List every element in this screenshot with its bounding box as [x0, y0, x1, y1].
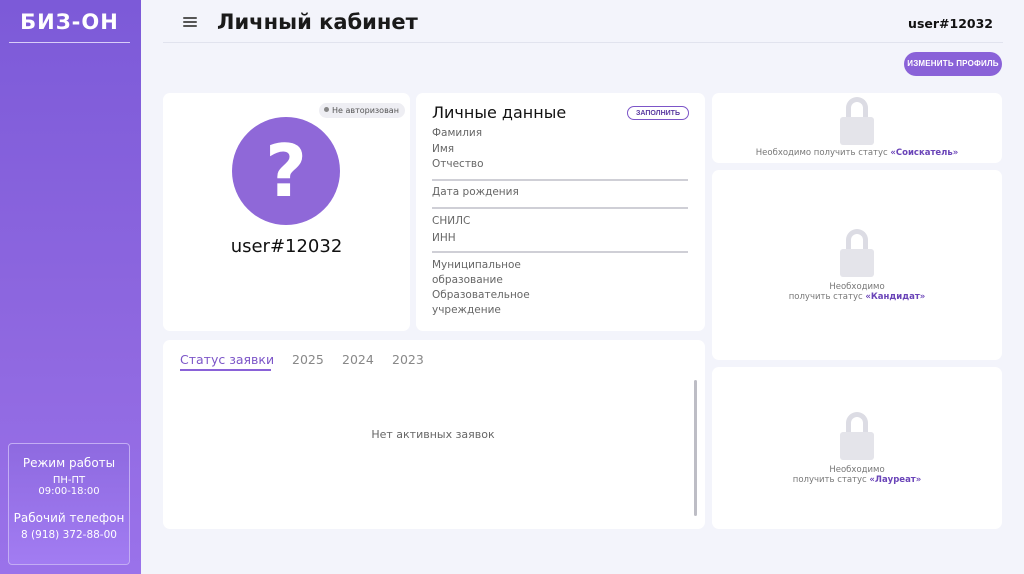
phone-title: Рабочий телефон [13, 511, 125, 525]
edit-profile-button[interactable]: ИЗМЕНИТЬ ПРОФИЛЬ [904, 52, 1002, 76]
profile-name: user#12032 [230, 236, 343, 257]
field-name: Имя [432, 143, 455, 155]
required-status: «Соискатель» [890, 148, 959, 158]
application-status-card: Статус заявки 2025 2024 2023 Нет активны… [163, 340, 705, 529]
work-hours: 09:00-18:00 [38, 486, 100, 497]
empty-message: Нет активных заявок [371, 428, 495, 441]
avatar: ? [232, 117, 340, 225]
divider [432, 207, 688, 209]
auth-status-badge: Не авторизован [319, 103, 405, 118]
status-dot-icon [324, 107, 329, 112]
field-school-cont: учреждение [432, 304, 501, 316]
divider [432, 251, 688, 253]
work-hours-title: Режим работы [22, 456, 116, 470]
tab-2025[interactable]: 2025 [292, 352, 324, 367]
required-status: «Лауреат» [869, 475, 922, 485]
locked-message: Необходимо получить статус «Кандидат» [712, 282, 1002, 302]
active-tab-underline [180, 369, 271, 371]
field-municipality: Муниципальное [432, 259, 521, 271]
locked-message: Необходимо получить статус «Лауреат» [712, 465, 1002, 485]
scrollbar[interactable] [694, 380, 697, 516]
sidebar: БИЗ-ОН Режим работы ПН-ПТ 09:00-18:00 Ра… [0, 0, 141, 574]
personal-data-title: Личные данные [432, 103, 567, 122]
lock-icon [840, 97, 874, 145]
header-user[interactable]: user#12032 [908, 16, 993, 31]
lock-icon [840, 229, 874, 277]
menu-icon[interactable] [183, 17, 197, 27]
field-surname: Фамилия [432, 127, 483, 139]
locked-text-line2: получить статус [792, 475, 870, 485]
locked-text-line2: получить статус [788, 292, 866, 302]
fill-button[interactable]: ЗАПОЛНИТЬ [627, 106, 689, 120]
profile-card: Не авторизован ? user#12032 [163, 93, 410, 331]
logo-divider [9, 42, 130, 43]
lock-icon [840, 412, 874, 460]
field-municipality-cont: образование [432, 274, 503, 286]
locked-card-laureate: Необходимо получить статус «Лауреат» [712, 367, 1002, 529]
work-days: ПН-ПТ [52, 475, 86, 486]
field-birth-date: Дата рождения [432, 186, 519, 198]
phone-number[interactable]: 8 (918) 372-88-00 [9, 529, 129, 541]
tab-status[interactable]: Статус заявки [180, 352, 274, 367]
tab-2023[interactable]: 2023 [392, 352, 424, 367]
locked-text-line1: Необходимо [829, 282, 885, 292]
field-inn: ИНН [432, 232, 456, 244]
locked-text-line1: Необходимо [829, 465, 885, 475]
header: Личный кабинет user#12032 [163, 0, 1003, 43]
field-patronymic: Отчество [432, 158, 484, 170]
work-hours-box: Режим работы ПН-ПТ 09:00-18:00 Рабочий т… [8, 443, 130, 565]
personal-data-card: Личные данные ЗАПОЛНИТЬ Фамилия Имя Отче… [416, 93, 705, 331]
divider [432, 179, 688, 181]
locked-card-applicant: Необходимо получить статус «Соискатель» [712, 93, 1002, 163]
page-title: Личный кабинет [217, 10, 418, 34]
tab-2024[interactable]: 2024 [342, 352, 374, 367]
field-snils: СНИЛС [432, 215, 471, 227]
auth-status-text: Не авторизован [332, 106, 399, 115]
locked-text: Необходимо получить статус [755, 148, 891, 158]
logo[interactable]: БИЗ-ОН [9, 10, 130, 34]
field-school: Образовательное [432, 289, 530, 301]
locked-message: Необходимо получить статус «Соискатель» [712, 148, 1002, 158]
locked-card-candidate: Необходимо получить статус «Кандидат» [712, 170, 1002, 360]
required-status: «Кандидат» [865, 292, 926, 302]
